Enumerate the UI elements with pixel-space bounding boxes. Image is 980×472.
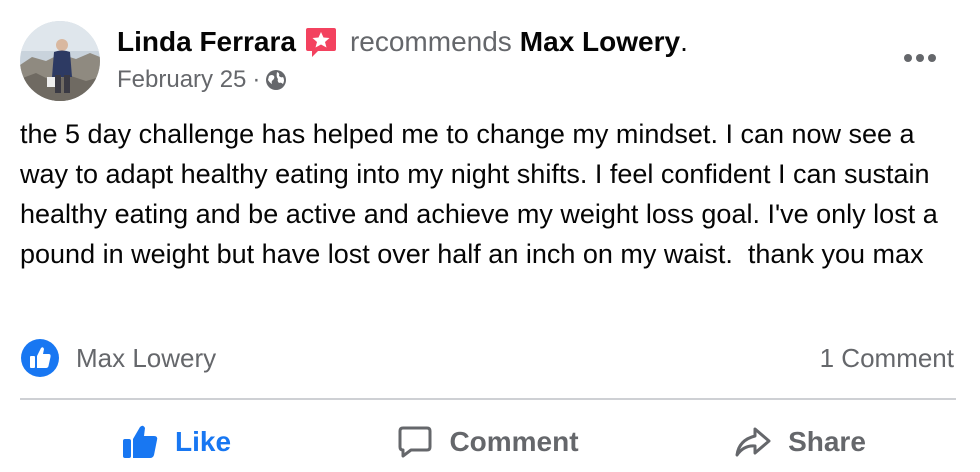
- comment-icon: [398, 426, 432, 458]
- share-button[interactable]: Share: [644, 414, 956, 470]
- share-label: Share: [788, 426, 866, 457]
- like-button[interactable]: Like: [20, 414, 332, 470]
- reactions-summary[interactable]: Max Lowery: [20, 336, 216, 380]
- thumbs-up-icon: [122, 425, 158, 458]
- comment-button[interactable]: Comment: [332, 414, 644, 470]
- action-bar: Like Comment Share: [20, 414, 956, 470]
- comment-count-link[interactable]: 1 Comment: [820, 336, 954, 380]
- post-card: Linda Ferrara recommends Max Lowery. Feb…: [0, 0, 980, 472]
- reactor-name: Max Lowery: [76, 342, 217, 373]
- star-badge-icon[interactable]: [304, 25, 338, 59]
- like-label: Like: [174, 426, 232, 457]
- comment-label: Comment: [449, 426, 579, 457]
- post-meta: February 25 ·: [117, 62, 288, 98]
- more-horizontal-icon: [904, 54, 936, 62]
- post-header: Linda Ferrara recommends Max Lowery.: [117, 22, 688, 62]
- post-date[interactable]: February 25: [117, 66, 246, 94]
- period: .: [680, 26, 688, 57]
- globe-icon: [264, 68, 288, 92]
- avatar[interactable]: [20, 21, 100, 101]
- recommends-label: recommends: [349, 26, 512, 57]
- more-options-button[interactable]: [896, 40, 944, 76]
- author-name[interactable]: Linda Ferrara: [117, 26, 296, 58]
- like-reaction-icon: [20, 338, 60, 378]
- post-text: the 5 day challenge has helped me to cha…: [20, 119, 946, 269]
- divider: [20, 398, 956, 400]
- page-name-link[interactable]: Max Lowery: [520, 26, 680, 58]
- meta-separator: ·: [252, 66, 261, 93]
- share-icon: [735, 427, 771, 457]
